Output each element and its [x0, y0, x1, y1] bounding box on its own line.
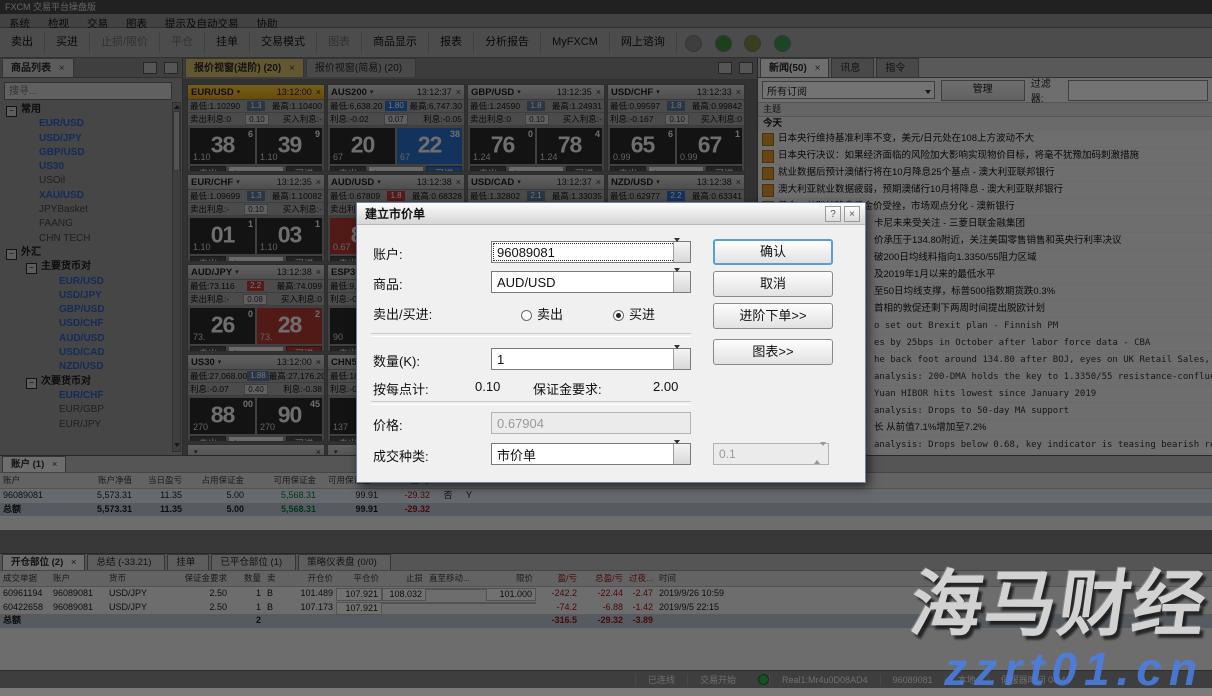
buy-radio[interactable]: 买进 — [613, 304, 655, 323]
per-pip-value: 0.10 — [475, 379, 500, 394]
radio-selected-icon[interactable] — [613, 310, 624, 321]
price-label: 价格: — [373, 415, 403, 434]
amount-combo[interactable]: 1 — [491, 348, 691, 370]
chevron-down-icon[interactable] — [673, 444, 690, 464]
instrument-combo[interactable]: AUD/USD — [491, 271, 691, 293]
advanced-order-button[interactable]: 进阶下单>> — [713, 303, 833, 329]
margin-label: 保证金要求: — [533, 379, 602, 398]
chart-button[interactable]: 图表>> — [713, 339, 833, 365]
margin-value: 2.00 — [653, 379, 678, 394]
market-order-dialog: 建立市价单 ? × 账户: 96089081 商品: AUD/USD 卖出/买进… — [356, 202, 866, 483]
side-label: 卖出/买进: — [373, 304, 432, 323]
close-icon[interactable]: × — [844, 206, 860, 222]
per-pip-label: 按每点计: — [373, 379, 429, 398]
divider — [371, 401, 691, 405]
help-icon[interactable]: ? — [825, 206, 841, 222]
radio-icon[interactable] — [521, 310, 532, 321]
amount-label: 数量(K): — [373, 351, 420, 370]
instrument-label: 商品: — [373, 274, 403, 293]
trailing-stepper: 0.1 — [713, 443, 829, 465]
confirm-button[interactable]: 确认 — [713, 239, 833, 265]
spinner-down-icon — [820, 442, 826, 460]
chevron-down-icon[interactable] — [673, 242, 690, 262]
dialog-titlebar[interactable]: 建立市价单 ? × — [357, 203, 865, 225]
sell-radio[interactable]: 卖出 — [521, 304, 563, 323]
dialog-title: 建立市价单 — [357, 203, 865, 225]
price-input: 0.67904 — [491, 412, 691, 434]
divider — [371, 333, 691, 337]
account-combo[interactable]: 96089081 — [491, 241, 691, 263]
order-type-combo[interactable]: 市价单 — [491, 443, 691, 465]
account-label: 账户: — [373, 244, 403, 263]
chevron-down-icon[interactable] — [673, 272, 690, 292]
chevron-down-icon[interactable] — [673, 349, 690, 369]
order-type-label: 成交种类: — [373, 446, 429, 465]
cancel-button[interactable]: 取消 — [713, 271, 833, 297]
